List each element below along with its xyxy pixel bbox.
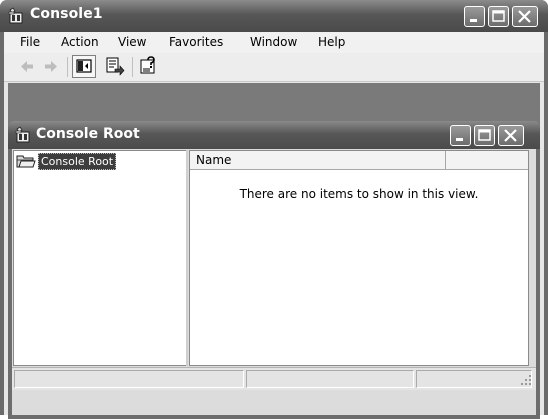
menu-favorites[interactable]: Favorites: [169, 35, 223, 49]
title-bar[interactable]: Console1: [0, 0, 548, 32]
help-icon[interactable]: [138, 56, 160, 77]
main-window: Console1 File Action View Favorites Wind…: [0, 0, 548, 419]
show-hide-tree-icon: [76, 59, 92, 73]
resize-grip-icon[interactable]: [521, 375, 532, 386]
forward-arrow-icon[interactable]: [42, 56, 60, 77]
toolbar-separator: [132, 57, 133, 77]
status-bar: [12, 367, 536, 390]
menu-window[interactable]: Window: [250, 35, 297, 49]
status-segment: [246, 370, 414, 388]
column-header-label: Name: [196, 153, 232, 167]
maximize-button[interactable]: [488, 6, 509, 27]
child-minimize-button[interactable]: [450, 125, 471, 146]
maximize-icon: [492, 10, 505, 22]
pane-splitter[interactable]: [186, 150, 188, 366]
status-segment: [14, 370, 244, 388]
minimize-icon: [470, 19, 477, 22]
column-header-name[interactable]: Name: [190, 151, 446, 170]
folder-icon: [16, 155, 36, 168]
client-area: File Action View Favorites Window Help C…: [4, 32, 544, 419]
child-title-bar[interactable]: Console Root: [8, 121, 540, 149]
child-window-console-root: Console Root Console Root Name There are…: [8, 121, 540, 419]
toolbar-separator: [67, 57, 68, 77]
child-body: Console Root Name There are no items to …: [12, 149, 536, 415]
close-icon: [504, 129, 517, 142]
tree-item-label: Console Root: [38, 153, 117, 170]
close-icon: [518, 10, 531, 23]
menu-file[interactable]: File: [20, 35, 40, 49]
toolbar: [4, 53, 544, 82]
close-button[interactable]: [512, 6, 538, 27]
maximize-icon: [478, 129, 491, 141]
minimize-icon: [456, 138, 463, 141]
minimize-button[interactable]: [464, 6, 485, 27]
menu-view[interactable]: View: [118, 35, 146, 49]
column-header-empty[interactable]: [446, 151, 528, 170]
results-pane[interactable]: Name There are no items to show in this …: [189, 150, 529, 366]
menu-action[interactable]: Action: [61, 35, 99, 49]
child-close-button[interactable]: [498, 125, 524, 146]
back-arrow-icon[interactable]: [18, 56, 36, 77]
mdi-client-area: Console Root Console Root Name There are…: [8, 83, 540, 419]
menu-bar: File Action View Favorites Window Help: [4, 32, 544, 53]
show-hide-tree-button[interactable]: [72, 55, 96, 78]
menu-help[interactable]: Help: [318, 35, 345, 49]
window-title: Console1: [30, 6, 103, 22]
status-segment: [416, 370, 532, 388]
empty-list-message: There are no items to show in this view.: [239, 187, 479, 201]
mmc-snapin-icon: [15, 126, 30, 143]
tree-pane[interactable]: Console Root: [13, 150, 187, 366]
export-list-icon[interactable]: [104, 56, 126, 77]
mmc-snapin-icon: [8, 7, 23, 24]
child-window-title: Console Root: [36, 126, 140, 142]
child-maximize-button[interactable]: [474, 125, 495, 146]
